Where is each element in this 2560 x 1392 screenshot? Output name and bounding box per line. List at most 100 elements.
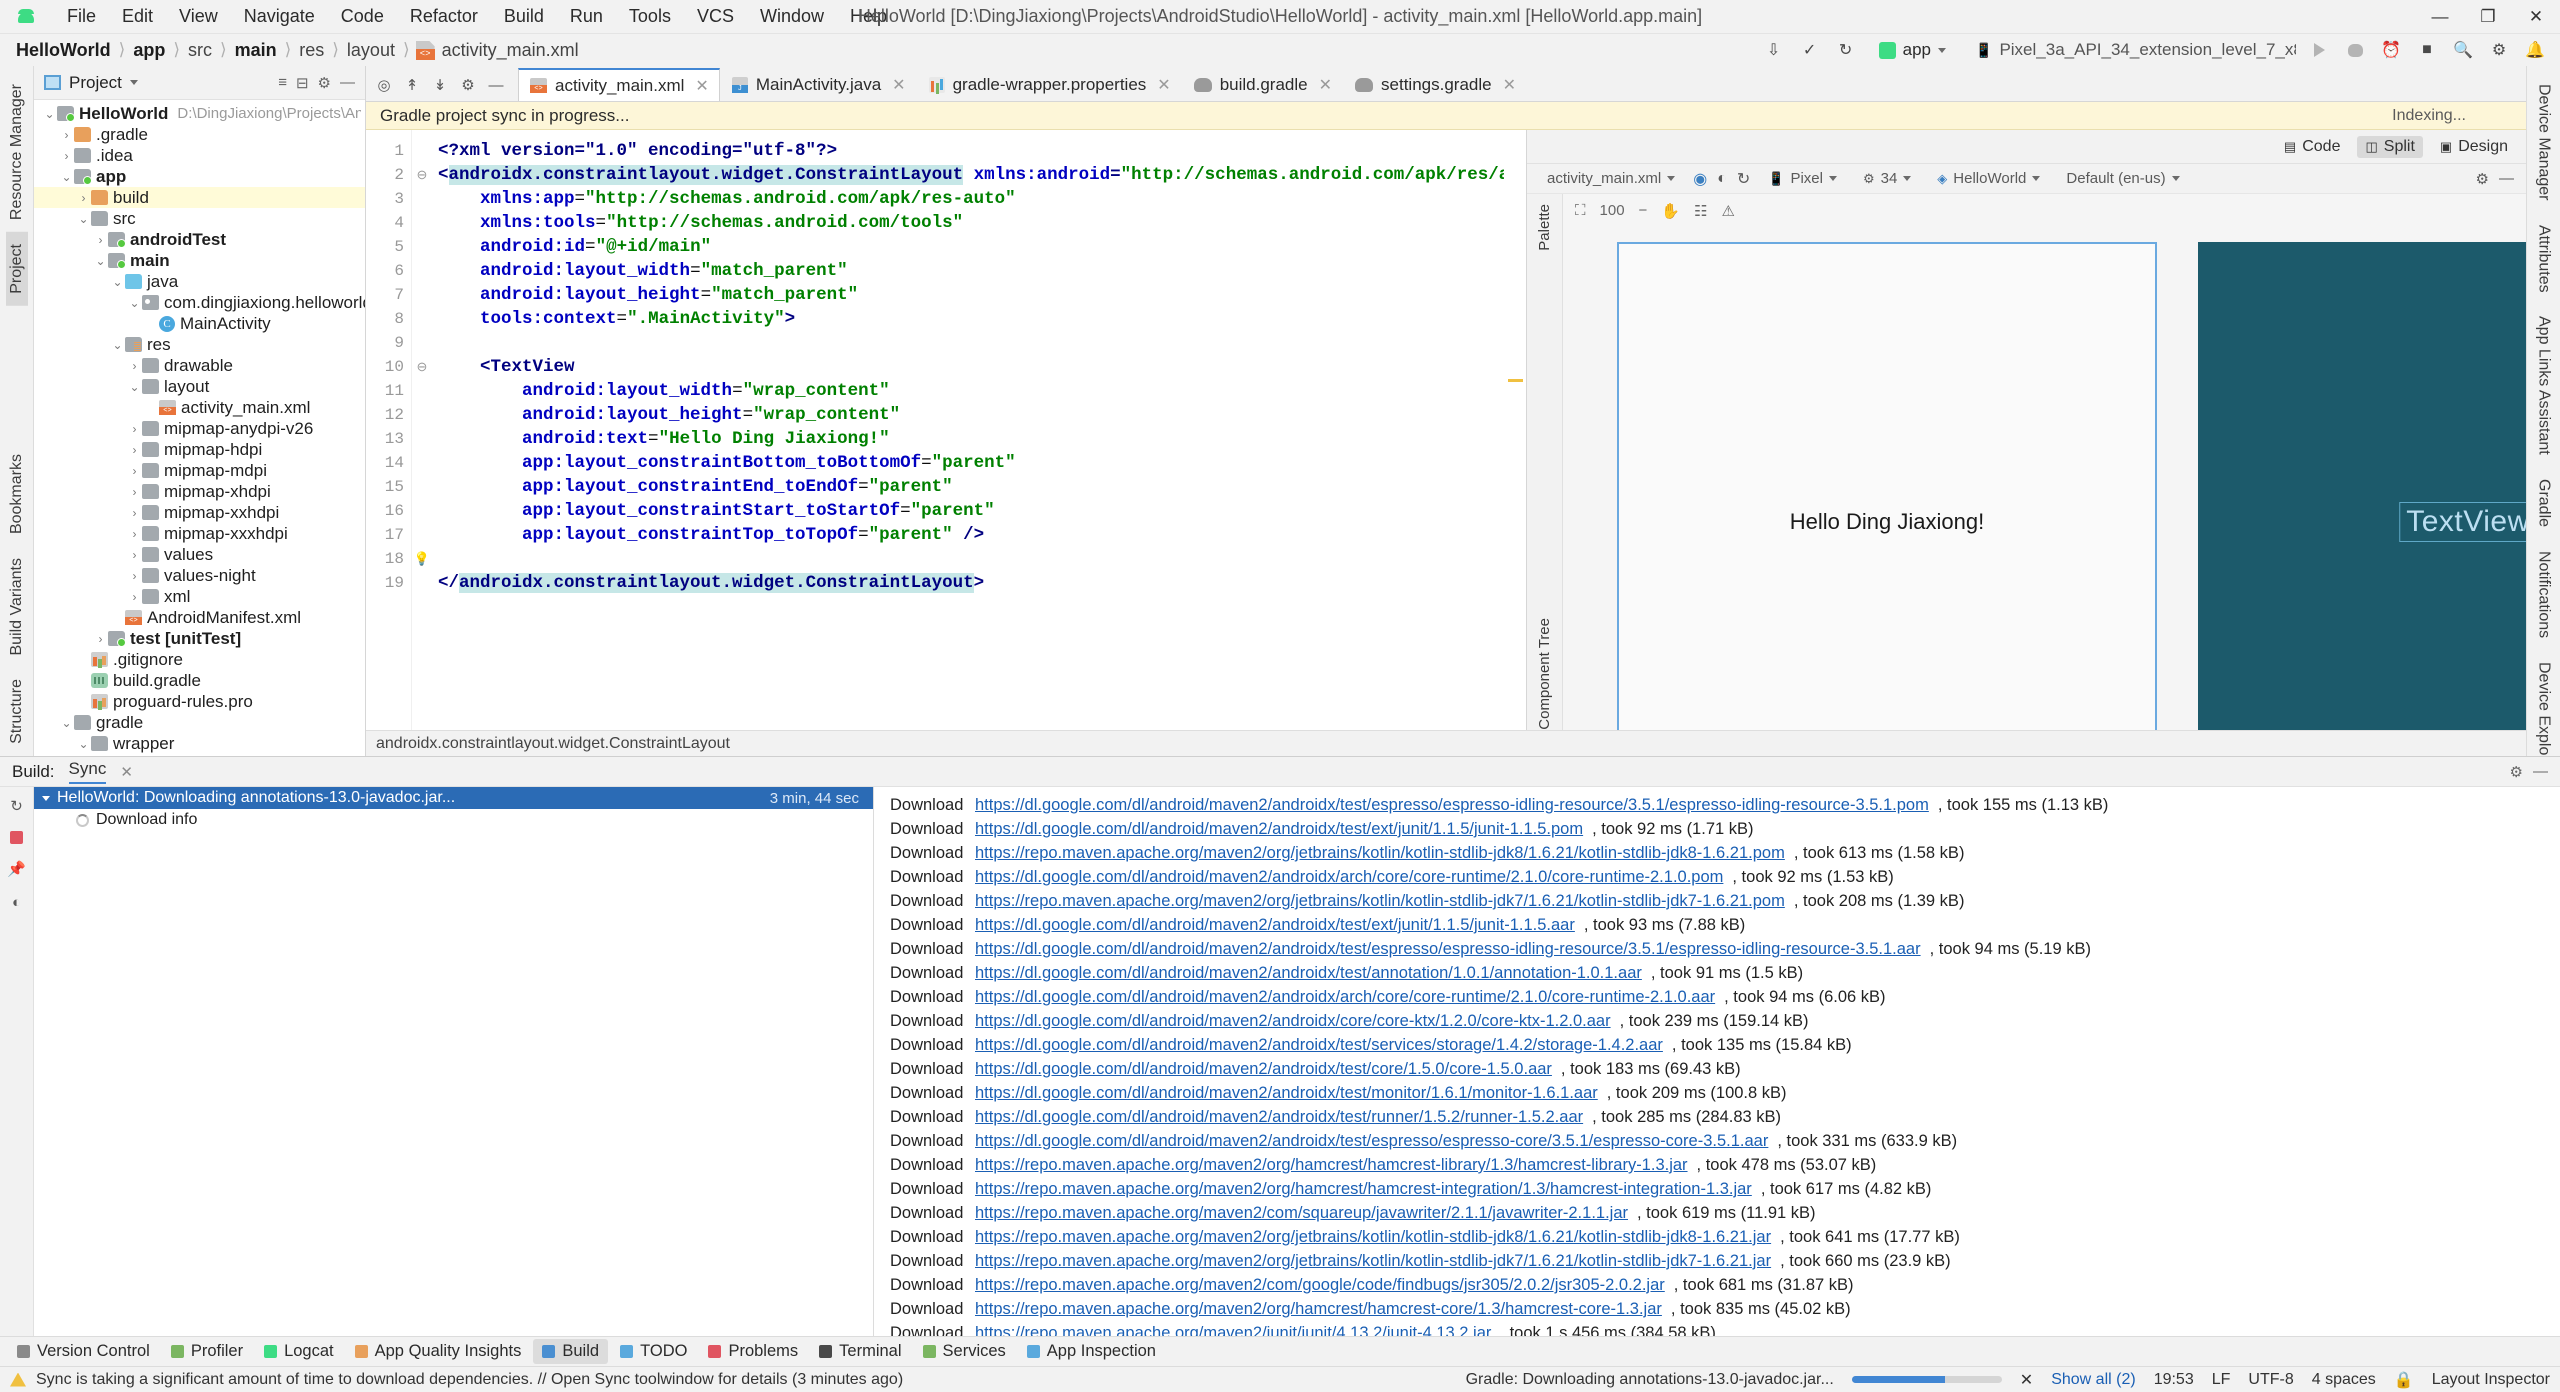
hide-icon[interactable]: — [2533,763,2548,781]
tool-tab-version-control[interactable]: Version Control [8,1339,159,1364]
menu-code[interactable]: Code [328,2,397,31]
code-line[interactable]: xmlns:tools="http://schemas.android.com/… [432,211,1526,235]
filter-icon[interactable]: ◐ [12,894,21,911]
editor-marker-bar[interactable] [1504,130,1526,730]
tree-node-main[interactable]: ⌄ main [34,250,365,271]
tree-node-build-gradle[interactable]: build.gradle [34,670,365,691]
project-file-tree[interactable]: ⌄ HelloWorld D:\DingJiaxiong\Projects\Andr… [34,100,365,756]
stop-progress-icon[interactable]: ✕ [2020,1370,2033,1390]
breadcrumb-main[interactable]: main [233,40,279,61]
api-selector[interactable]: ⚙ 34 [1855,168,1919,189]
log-url-link[interactable]: https://repo.maven.apache.org/maven2/jun… [975,1321,1491,1336]
tab-build-gradle[interactable]: build.gradle ✕ [1182,68,1343,101]
menu-view[interactable]: View [166,2,231,31]
chevron-down-icon[interactable]: ⌄ [42,107,57,121]
minimize-button[interactable]: — [2416,0,2464,34]
chevron-right-icon[interactable]: › [127,569,142,583]
select-opened-file-icon[interactable]: ◎ [372,73,396,97]
tree-node-layout[interactable]: ⌄ layout [34,376,365,397]
component-tree-label[interactable]: Component Tree [1536,618,1553,730]
encoding-indicator[interactable]: UTF-8 [2248,1371,2293,1389]
chevron-down-icon[interactable]: ⌄ [127,380,142,394]
rail-structure[interactable]: Structure [6,667,28,756]
tree-node-mainactivity[interactable]: C MainActivity [34,313,365,334]
code-line[interactable]: android:layout_height="wrap_content" [432,403,1526,427]
chevron-right-icon[interactable]: › [127,485,142,499]
chevron-right-icon[interactable]: › [93,632,108,646]
build-task-tree[interactable]: HelloWorld: Downloading annotations-13.0… [34,787,874,1336]
tree-node-values[interactable]: › values [34,544,365,565]
collapse-all-icon[interactable]: ⊟ [296,74,309,92]
orientation-icon[interactable]: ↻ [1737,169,1750,189]
log-url-link[interactable]: https://dl.google.com/dl/android/maven2/… [975,1057,1552,1081]
close-button[interactable]: ✕ [2512,0,2560,34]
chevron-right-icon[interactable]: › [127,527,142,541]
close-icon[interactable]: ✕ [892,75,905,95]
rail-device-manager[interactable]: Device Manager [2533,72,2555,213]
tree-node-values-night[interactable]: › values-night [34,565,365,586]
device-render-preview[interactable]: Hello Ding Jiaxiong! [1617,242,2157,730]
code-line[interactable]: xmlns:app="http://schemas.android.com/ap… [432,187,1526,211]
maximize-button[interactable]: ❐ [2464,0,2512,34]
restart-icon[interactable]: ↻ [10,797,23,815]
chevron-right-icon[interactable]: › [93,233,108,247]
tool-tab-profiler[interactable]: Profiler [162,1339,252,1364]
tree-node-proguard-rules-pro[interactable]: proguard-rules.pro [34,691,365,712]
tree-node-gradle-wrapper-jar[interactable]: gradle-wrapper.jar [34,754,365,757]
log-url-link[interactable]: https://repo.maven.apache.org/maven2/org… [975,1225,1771,1249]
log-url-link[interactable]: https://repo.maven.apache.org/maven2/com… [975,1201,1628,1225]
tree-node-helloworld[interactable]: ⌄ HelloWorld D:\DingJiaxiong\Projects\Andr… [34,103,365,124]
tree-node-mipmap-anydpi-v26[interactable]: › mipmap-anydpi-v26 [34,418,365,439]
code-editor[interactable]: 1 2 3 4 5 6 7 8 9 10 11 12 13 14 15 16 17 18 19 ⊖ ⊖ 💡 <?xml … [366,130,1526,730]
menu-run[interactable]: Run [557,2,616,31]
run-button[interactable] [2306,37,2332,63]
device-selector[interactable]: 📱 Pixel_3a_API_34_extension_level_7_x8..… [1966,37,2296,63]
palette-label[interactable]: Palette [1536,204,1553,251]
close-icon[interactable]: ✕ [120,763,133,781]
mode-design-button[interactable]: ▣ Design [2432,136,2516,158]
layout-inspector-button[interactable]: Layout Inspector [2432,1371,2550,1389]
tree-node-gradle[interactable]: ⌄ gradle [34,712,365,733]
chevron-right-icon[interactable]: › [127,443,142,457]
design-canvas[interactable]: ⛶ 100 − ✋ ☷ ⚠ Hello Ding Jiaxiong! TextV… [1563,194,2526,730]
hide-icon[interactable]: — [484,73,508,97]
tree-node-java[interactable]: ⌄ java [34,271,365,292]
search-icon[interactable]: 🔍 [2450,37,2476,63]
tree-node-mipmap-mdpi[interactable]: › mipmap-mdpi [34,460,365,481]
breadcrumb-src[interactable]: src [186,40,214,61]
fold-toggle-icon[interactable]: ⊖ [412,163,432,187]
settings-icon[interactable]: ⚙ [318,74,331,92]
tree-node-wrapper[interactable]: ⌄ wrapper [34,733,365,754]
menu-file[interactable]: File [54,2,109,31]
log-url-link[interactable]: https://dl.google.com/dl/android/maven2/… [975,865,1723,889]
zoom-fit-icon[interactable]: ⛶ [1575,202,1586,220]
tool-tab-services[interactable]: Services [914,1339,1015,1364]
log-url-link[interactable]: https://dl.google.com/dl/android/maven2/… [975,1033,1663,1057]
profile-button[interactable]: ⏰ [2378,37,2404,63]
chevron-right-icon[interactable]: › [127,548,142,562]
tree-node-xml[interactable]: › xml [34,586,365,607]
breadcrumb-layout[interactable]: layout [345,40,397,61]
log-url-link[interactable]: https://dl.google.com/dl/android/maven2/… [975,1105,1583,1129]
log-url-link[interactable]: https://dl.google.com/dl/android/maven2/… [975,1081,1598,1105]
log-url-link[interactable]: https://repo.maven.apache.org/maven2/org… [975,1249,1771,1273]
menu-window[interactable]: Window [747,2,837,31]
chevron-right-icon[interactable]: › [127,464,142,478]
chevron-down-icon[interactable]: ⌄ [93,254,108,268]
log-url-link[interactable]: https://repo.maven.apache.org/maven2/org… [975,1297,1662,1321]
log-url-link[interactable]: https://dl.google.com/dl/android/maven2/… [975,793,1929,817]
breadcrumb-helloworld[interactable]: HelloWorld [14,40,113,61]
tool-tab-logcat[interactable]: Logcat [255,1339,343,1364]
log-url-link[interactable]: https://repo.maven.apache.org/maven2/org… [975,841,1785,865]
code-line[interactable]: android:layout_width="match_parent" [432,259,1526,283]
rail-notifications[interactable]: Notifications [2533,539,2555,650]
menu-help[interactable]: Help [837,2,900,31]
blueprint-mode-icon[interactable]: ◐ [1717,170,1727,188]
code-line[interactable] [432,547,1526,571]
pin-icon[interactable]: 📌 [7,860,26,878]
chevron-right-icon[interactable]: › [127,422,142,436]
tree-node--gitignore[interactable]: .gitignore [34,649,365,670]
tab-gradle-wrapper-properties[interactable]: gradle-wrapper.properties ✕ [917,68,1182,101]
menu-build[interactable]: Build [491,2,557,31]
theme-selector[interactable]: ◈ HelloWorld [1929,168,2048,189]
